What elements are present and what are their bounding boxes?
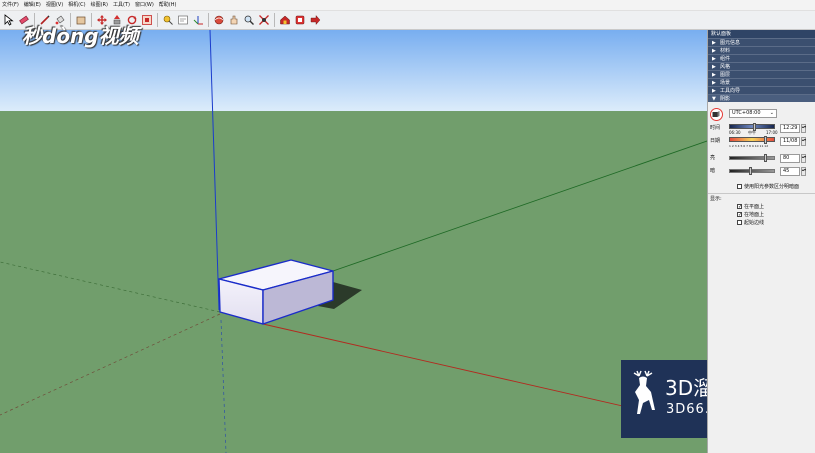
deer-logo-icon <box>633 370 655 414</box>
expand-arrow-icon: ▶ <box>712 80 716 86</box>
display-label: 显示: <box>710 196 722 202</box>
tray-components[interactable]: ▶ 组件 <box>708 54 815 62</box>
time-noon: 中午 <box>748 130 756 135</box>
timezone-select[interactable]: UTC+08:00 ⌄ <box>729 109 777 118</box>
tray-label: 图层 <box>720 72 731 78</box>
time-input[interactable]: 12:29 <box>780 124 800 133</box>
tray-label: 场景 <box>720 80 731 86</box>
expand-arrow-icon: ▶ <box>712 40 716 46</box>
3d-viewport[interactable] <box>0 30 707 453</box>
tray-label: 图元信息 <box>720 40 741 46</box>
on-ground-label: 在地面上 <box>744 212 765 218</box>
offset-icon[interactable] <box>140 13 154 28</box>
use-sun-label: 使用阳光参数区分明暗面 <box>744 184 800 190</box>
tray-label: 风格 <box>720 64 731 70</box>
share-icon[interactable] <box>308 13 322 28</box>
tray-scenes[interactable]: ▶ 场景 <box>708 78 815 86</box>
on-faces-checkbox[interactable]: ✓ <box>737 204 742 210</box>
date-label: 日期 <box>710 138 721 144</box>
menu-file[interactable]: 文件(F) <box>2 0 19 11</box>
tray-label: 组件 <box>720 56 731 62</box>
scene-canvas <box>0 30 707 453</box>
from-edges-label: 起始边线 <box>744 220 765 226</box>
section-divider <box>708 193 815 194</box>
tray-title: 默认面板 <box>708 30 815 38</box>
menu-window[interactable]: 窗口(W) <box>135 0 154 11</box>
dark-slider-thumb[interactable] <box>749 167 752 175</box>
tray-entity-info[interactable]: ▶ 图元信息 <box>708 38 815 46</box>
tray-materials[interactable]: ▶ 材料 <box>708 46 815 54</box>
expand-arrow-icon: ▶ <box>712 72 716 78</box>
default-tray: 默认面板 ▶ 图元信息 ▶ 材料 ▶ 组件 ▶ 风格 ▶ 图层 ▶ 场景 ▶ 工具向导 ▼ 阴影… <box>707 30 815 453</box>
ground-plane <box>0 111 707 453</box>
expand-arrow-icon: ▶ <box>712 56 716 62</box>
shadow-settings: UTC+08:00 ⌄ 时间 06:30 中午 17:00 12:29 ▴▾ 日… <box>708 102 815 232</box>
expand-arrow-icon: ▶ <box>712 64 716 70</box>
menu-tools[interactable]: 工具(T) <box>113 0 130 11</box>
zoom-icon[interactable] <box>242 13 256 28</box>
tray-instructor[interactable]: ▶ 工具向导 <box>708 86 815 94</box>
orbit-icon[interactable] <box>212 13 226 28</box>
toggle-shadows-button[interactable] <box>710 108 723 121</box>
select-arrow-icon[interactable] <box>2 13 16 28</box>
video-watermark: 秒dòng视频 <box>22 24 139 48</box>
menu-edit[interactable]: 编辑(E) <box>24 0 41 11</box>
date-spinner[interactable]: ▴▾ <box>801 137 806 146</box>
toolbar-separator <box>208 13 209 27</box>
light-input[interactable]: 80 <box>780 154 800 163</box>
toolbar-separator <box>157 13 158 27</box>
date-slider-track[interactable] <box>729 137 775 142</box>
dark-slider-track[interactable] <box>729 169 775 173</box>
warehouse-icon[interactable] <box>278 13 292 28</box>
menu-help[interactable]: 帮助(H) <box>159 0 177 11</box>
tray-shadows[interactable]: ▼ 阴影 <box>708 94 815 102</box>
light-label: 亮 <box>710 155 716 161</box>
tray-label: 材料 <box>720 48 731 54</box>
zoom-extents-icon[interactable] <box>257 13 271 28</box>
light-slider-track[interactable] <box>729 156 775 160</box>
extension-icon[interactable] <box>293 13 307 28</box>
menu-camera[interactable]: 相机(C) <box>68 0 85 11</box>
timezone-value: UTC+08:00 <box>732 110 761 116</box>
pan-icon[interactable] <box>227 13 241 28</box>
time-label: 时间 <box>710 125 721 131</box>
axes-icon[interactable] <box>191 13 205 28</box>
light-slider-thumb[interactable] <box>764 154 767 162</box>
time-end: 17:00 <box>766 130 778 135</box>
time-spinner[interactable]: ▴▾ <box>801 124 806 133</box>
on-faces-label: 在平面上 <box>744 204 765 210</box>
time-start: 06:30 <box>729 130 741 135</box>
shadow-toggle-icon <box>712 111 720 117</box>
toolbar-separator <box>274 13 275 27</box>
tray-label: 工具向导 <box>720 88 741 94</box>
menu-draw[interactable]: 绘图(R) <box>91 0 108 11</box>
menu-view[interactable]: 视图(V) <box>46 0 63 11</box>
on-ground-checkbox[interactable]: ✓ <box>737 212 742 218</box>
tray-layers[interactable]: ▶ 图层 <box>708 70 815 78</box>
expand-arrow-icon: ▶ <box>712 88 716 94</box>
expand-arrow-icon: ▶ <box>712 48 716 54</box>
tray-styles[interactable]: ▶ 风格 <box>708 62 815 70</box>
dark-label: 暗 <box>710 168 716 174</box>
tape-measure-icon[interactable] <box>161 13 175 28</box>
time-slider-track[interactable] <box>729 124 775 129</box>
menu-bar: 文件(F) 编辑(E) 视图(V) 相机(C) 绘图(R) 工具(T) 窗口(W… <box>0 0 815 11</box>
month-scale: 1 2 3 4 5 6 7 8 9 10 11 12 <box>729 144 769 148</box>
chevron-down-icon: ⌄ <box>769 110 774 116</box>
text-icon[interactable] <box>176 13 190 28</box>
light-spinner[interactable]: ▴▾ <box>801 154 806 163</box>
use-sun-checkbox[interactable] <box>737 184 742 189</box>
from-edges-checkbox[interactable] <box>737 220 742 225</box>
dark-spinner[interactable]: ▴▾ <box>801 167 806 176</box>
dark-input[interactable]: 45 <box>780 167 800 176</box>
date-input[interactable]: 11/08 <box>780 137 800 146</box>
